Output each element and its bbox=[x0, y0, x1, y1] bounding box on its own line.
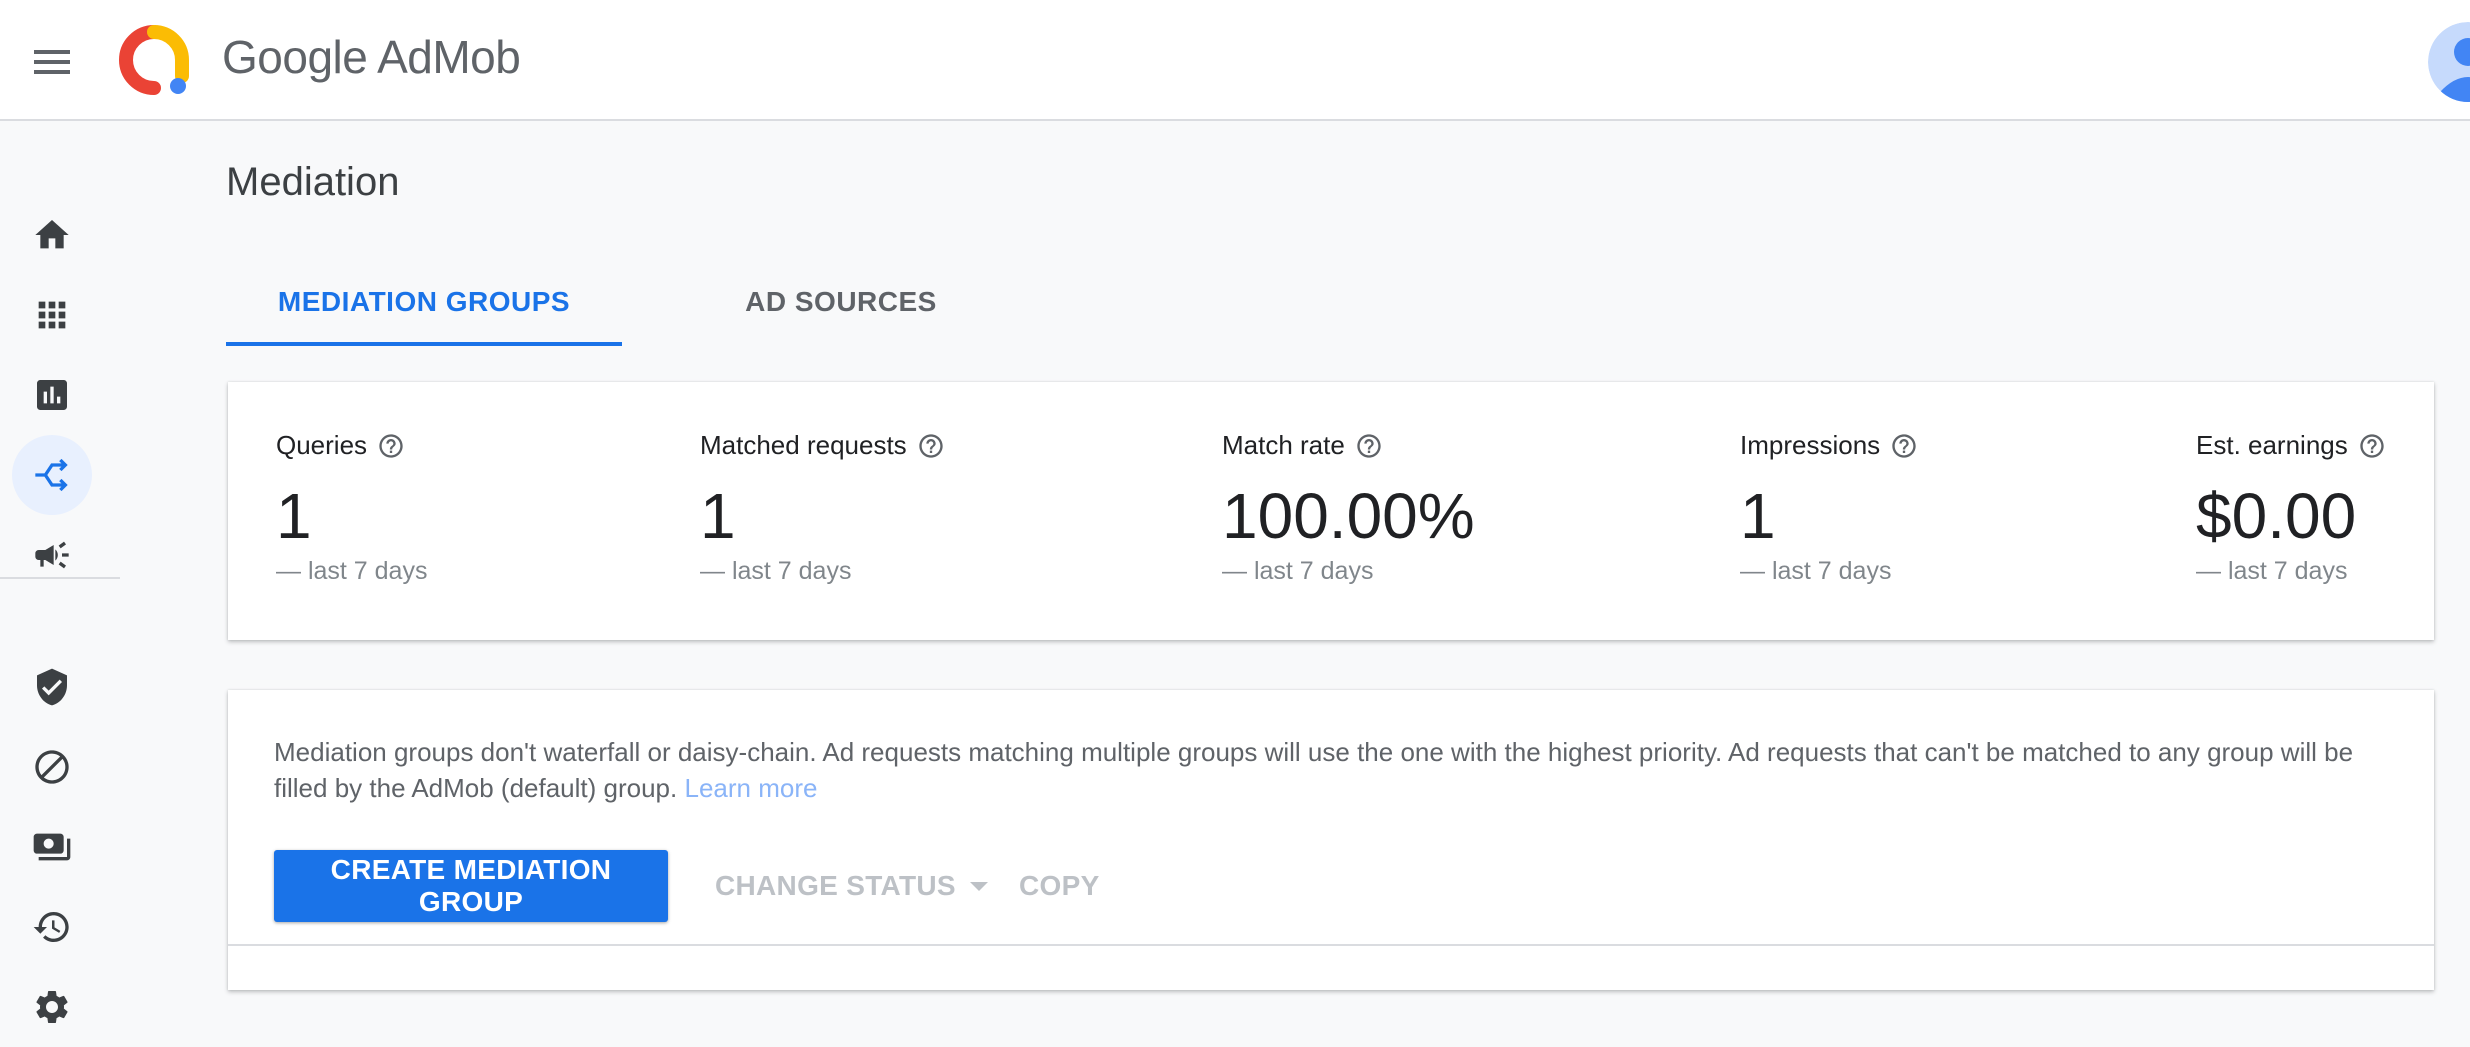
stats-summary-card: Queries 1 — last 7 days Matched requests… bbox=[228, 382, 2434, 640]
nav-divider bbox=[0, 577, 120, 579]
policy-shield-icon[interactable] bbox=[12, 647, 92, 727]
page-title: Mediation bbox=[226, 160, 400, 204]
table-divider bbox=[228, 944, 2434, 946]
stat-matched-requests: Matched requests 1 — last 7 days bbox=[700, 430, 945, 586]
mediation-info-text: Mediation groups don't waterfall or dais… bbox=[274, 734, 2394, 806]
help-icon[interactable] bbox=[1890, 432, 1918, 460]
stat-period: — last 7 days bbox=[276, 557, 428, 585]
help-icon[interactable] bbox=[377, 432, 405, 460]
brand-admob: AdMob bbox=[377, 31, 521, 83]
help-icon[interactable] bbox=[1355, 432, 1383, 460]
brand-google: Google bbox=[222, 31, 368, 83]
home-icon[interactable] bbox=[12, 195, 92, 275]
mediation-groups-card: Mediation groups don't waterfall or dais… bbox=[228, 690, 2434, 990]
brand-name: Google AdMob bbox=[222, 30, 521, 84]
change-history-icon[interactable] bbox=[12, 887, 92, 967]
menu-icon[interactable] bbox=[28, 38, 76, 86]
create-mediation-group-button[interactable]: CREATE MEDIATION GROUP bbox=[274, 850, 668, 922]
stat-label: Matched requests bbox=[700, 430, 907, 460]
payments-icon[interactable] bbox=[12, 807, 92, 887]
top-app-bar: Google AdMob bbox=[0, 0, 2470, 121]
side-navigation bbox=[0, 121, 120, 1023]
settings-gear-icon[interactable] bbox=[12, 967, 92, 1047]
help-icon[interactable] bbox=[2358, 432, 2386, 460]
stat-value: $0.00 bbox=[2196, 480, 2357, 552]
info-text-body: Mediation groups don't waterfall or dais… bbox=[274, 737, 2354, 803]
stat-value: 100.00% bbox=[1222, 480, 1475, 552]
tab-mediation-groups[interactable]: MEDIATION GROUPS bbox=[226, 272, 622, 348]
stat-label: Est. earnings bbox=[2196, 430, 2348, 460]
admob-logo-icon[interactable] bbox=[118, 24, 190, 96]
stat-est-earnings: Est. earnings $0.00 — last 7 days bbox=[2196, 430, 2386, 586]
stat-label: Match rate bbox=[1222, 430, 1345, 460]
active-tab-indicator bbox=[226, 342, 622, 346]
copy-button[interactable]: COPY bbox=[1019, 850, 1100, 922]
stat-period: — last 7 days bbox=[1740, 557, 1892, 585]
reports-icon[interactable] bbox=[12, 355, 92, 435]
copy-label: COPY bbox=[1019, 870, 1100, 901]
chevron-down-icon bbox=[969, 881, 988, 891]
learn-more-link[interactable]: Learn more bbox=[684, 773, 817, 803]
stat-value: 1 bbox=[1740, 480, 1776, 552]
stat-value: 1 bbox=[700, 480, 736, 552]
stat-impressions: Impressions 1 — last 7 days bbox=[1740, 430, 1918, 586]
change-status-label: CHANGE STATUS bbox=[715, 870, 956, 901]
stat-label: Impressions bbox=[1740, 430, 1881, 460]
apps-icon[interactable] bbox=[12, 275, 92, 355]
stat-queries: Queries 1 — last 7 days bbox=[276, 430, 427, 586]
tab-ad-sources[interactable]: AD SOURCES bbox=[676, 272, 1006, 348]
stat-period: — last 7 days bbox=[1222, 557, 1374, 585]
change-status-dropdown[interactable]: CHANGE STATUS bbox=[715, 850, 988, 922]
stat-period: — last 7 days bbox=[2196, 557, 2348, 585]
blocking-controls-icon[interactable] bbox=[12, 727, 92, 807]
stat-match-rate: Match rate 100.00% — last 7 days bbox=[1222, 430, 1475, 586]
stat-value: 1 bbox=[276, 480, 312, 552]
stat-label: Queries bbox=[276, 430, 368, 460]
account-avatar[interactable] bbox=[2428, 22, 2470, 102]
mediation-icon[interactable] bbox=[12, 435, 92, 515]
campaigns-icon[interactable] bbox=[12, 515, 92, 595]
help-icon[interactable] bbox=[917, 432, 945, 460]
stat-period: — last 7 days bbox=[700, 557, 852, 585]
